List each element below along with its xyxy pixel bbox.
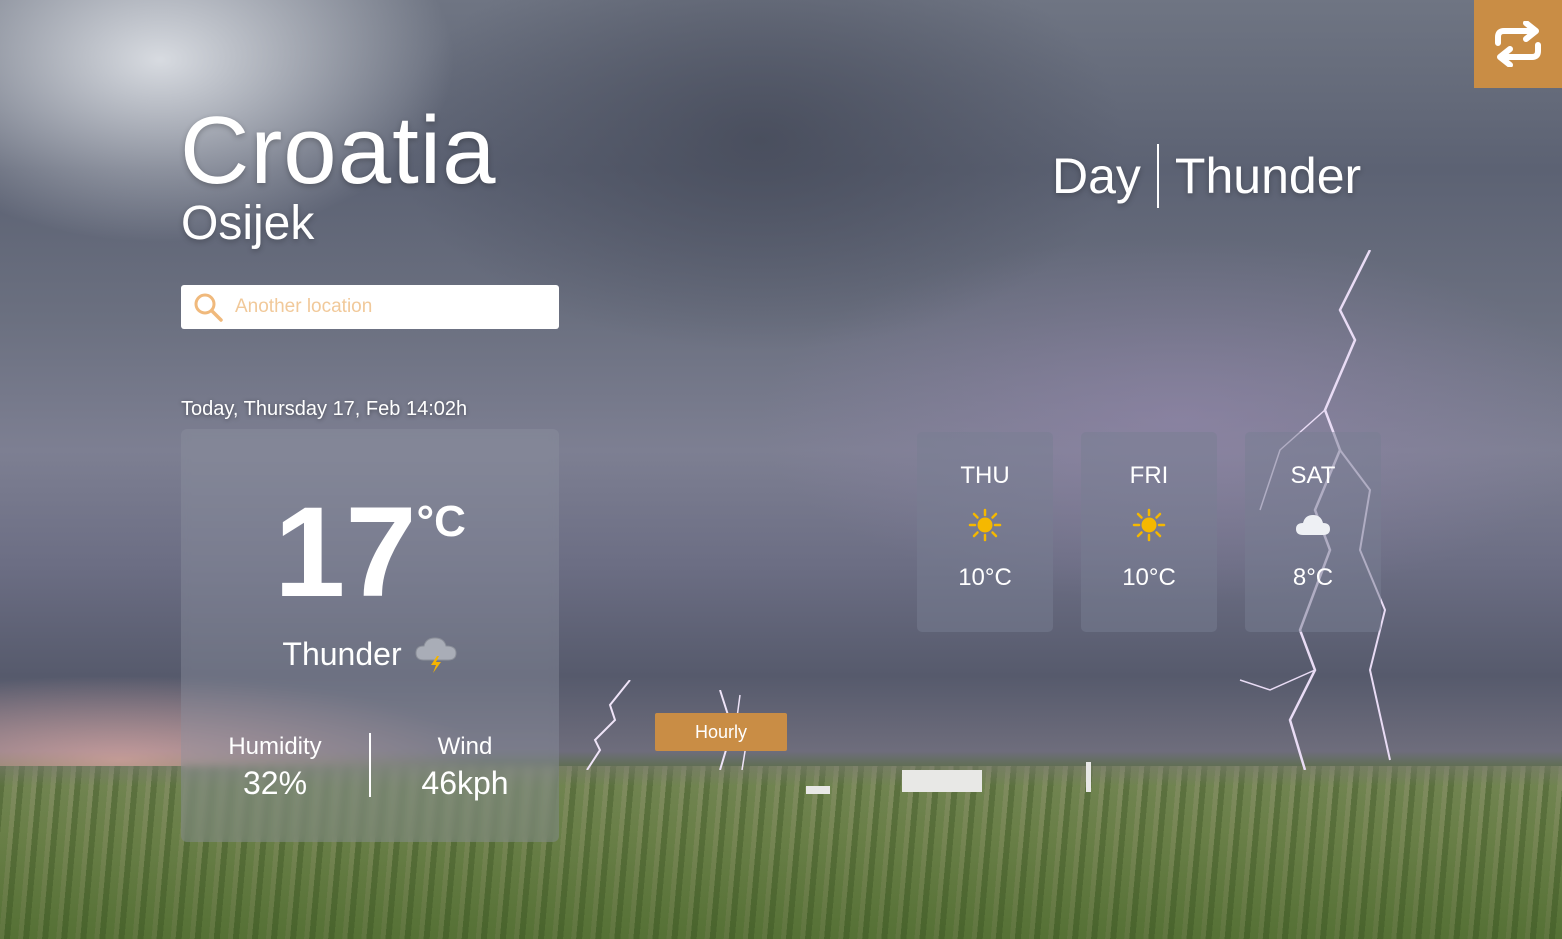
country-name: Croatia xyxy=(180,97,497,204)
humidity-value: 32% xyxy=(242,765,308,801)
forecast-day: SAT xyxy=(1290,462,1336,489)
sun-icon xyxy=(968,508,1002,542)
thunder-cloud-icon xyxy=(415,637,457,673)
temperature-unit: °C xyxy=(416,497,466,546)
humidity-stat: Humidity 32% xyxy=(181,731,369,801)
forecast-temp: 10°C xyxy=(1122,564,1176,591)
period-divider xyxy=(1156,144,1159,208)
hourly-button[interactable]: Hourly xyxy=(655,713,787,751)
current-stats: Humidity 32% Wind 46kph xyxy=(181,731,559,801)
lightning-bolt-left xyxy=(586,680,631,770)
wind-label: Wind xyxy=(437,733,493,760)
current-weather-card: 17°C Thunder Humidity 32% Wind 46kph xyxy=(181,429,559,842)
forecast-card-sat: SAT 8°C xyxy=(1245,432,1381,632)
forecast-temp: 10°C xyxy=(958,564,1012,591)
period-summary: Day Thunder xyxy=(1052,144,1361,208)
current-condition: Thunder xyxy=(181,634,559,674)
swap-button[interactable] xyxy=(1474,0,1562,88)
current-date: Today, Thursday 17, Feb 14:02h xyxy=(181,398,468,420)
weather-background: Croatia Osijek Today, Thursday 17, Feb 1… xyxy=(0,0,1562,939)
period-label: Day xyxy=(1052,148,1141,204)
forecast-temp: 8°C xyxy=(1292,564,1334,591)
summary-label: Thunder xyxy=(1174,148,1362,204)
swap-arrows-icon xyxy=(1495,21,1541,67)
silo xyxy=(1086,762,1091,792)
condition-label: Thunder xyxy=(282,635,402,672)
search-icon xyxy=(194,293,223,322)
cloud-icon xyxy=(1296,515,1330,535)
forecast-card-thu: THU 10°C xyxy=(917,432,1053,632)
humidity-label: Humidity xyxy=(228,733,322,760)
forecast-day: THU xyxy=(960,462,1010,489)
small-building xyxy=(806,786,830,794)
search-input[interactable] xyxy=(233,295,557,319)
temperature-value: 17 xyxy=(274,481,417,624)
forecast-card-fri: FRI 10°C xyxy=(1081,432,1217,632)
forecast-day: FRI xyxy=(1129,462,1169,489)
sun-icon xyxy=(1132,508,1166,542)
city-name: Osijek xyxy=(181,197,315,250)
wind-stat: Wind 46kph xyxy=(371,731,559,801)
current-temperature: 17°C xyxy=(181,489,559,617)
wind-value: 46kph xyxy=(421,765,509,801)
location-search[interactable] xyxy=(181,285,559,329)
storage-tanks xyxy=(902,770,982,792)
